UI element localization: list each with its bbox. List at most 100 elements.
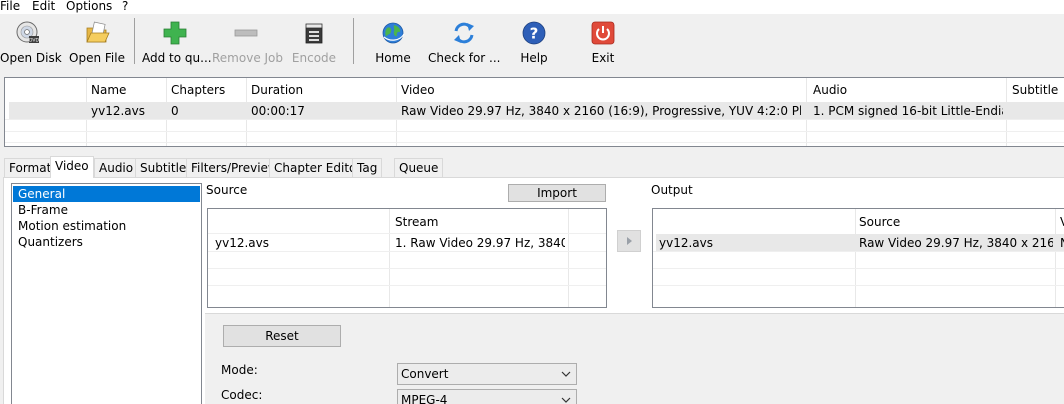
app-window: File Edit Options ? DVD Open Disk Open F… xyxy=(0,0,1064,404)
output-label: Output xyxy=(651,183,693,197)
codec-label: Codec: xyxy=(221,388,263,402)
tab-tag[interactable]: Tag xyxy=(352,158,383,178)
power-icon xyxy=(591,21,615,45)
source-label: Source xyxy=(206,183,248,197)
open-file-button[interactable]: Open File xyxy=(68,18,126,68)
row-divider xyxy=(5,142,1064,143)
tab-audio[interactable]: Audio xyxy=(94,158,139,178)
settings-category-list[interactable]: General B-Frame Motion estimation Quanti… xyxy=(11,183,202,404)
toolbar-separator xyxy=(353,18,354,64)
row-divider xyxy=(208,251,606,252)
exit-button[interactable]: Exit xyxy=(584,18,622,68)
tab-format[interactable]: Format xyxy=(4,158,57,178)
tab-video[interactable]: Video xyxy=(50,156,94,178)
category-general[interactable]: General xyxy=(13,186,200,202)
disc-icon: DVD xyxy=(16,21,39,44)
source-stream-grid[interactable]: Stream yv12.avs 1. Raw Video 29.97 Hz, 3… xyxy=(207,208,607,308)
output-stream-grid[interactable]: Source V yv12.avs Raw Video 29.97 Hz, 38… xyxy=(652,208,1064,308)
open-disk-button[interactable]: DVD Open Disk xyxy=(0,18,62,68)
home-button[interactable]: Home xyxy=(370,18,416,68)
refresh-icon xyxy=(454,22,474,44)
add-to-queue-label: Add to qu... xyxy=(142,51,212,65)
row-divider xyxy=(208,285,606,286)
mode-value: Convert xyxy=(401,367,449,381)
film-clapper-icon xyxy=(305,23,323,44)
cell-output-name: yv12.avs xyxy=(659,236,713,250)
exit-label: Exit xyxy=(591,51,615,65)
row-divider xyxy=(653,251,1064,252)
cell-source-name: yv12.avs xyxy=(215,236,269,250)
category-motion-estimation[interactable]: Motion estimation xyxy=(13,218,200,234)
tab-bar: Format Video Audio Subtitle Filters/Prev… xyxy=(0,156,1064,178)
row-divider xyxy=(653,285,1064,286)
column-header-audio[interactable]: Audio xyxy=(813,83,847,97)
menu-edit[interactable]: Edit xyxy=(32,0,55,13)
menu-bar: File Edit Options ? xyxy=(0,0,1064,14)
cell-output-truncated: N xyxy=(1060,236,1064,250)
column-divider xyxy=(1055,209,1056,307)
row-divider xyxy=(653,268,1064,269)
column-divider xyxy=(855,209,856,307)
column-header-stream[interactable]: Stream xyxy=(395,215,438,229)
cell-source-stream: 1. Raw Video 29.97 Hz, 3840 x ... xyxy=(395,236,565,250)
row-divider xyxy=(208,233,606,234)
chevron-down-icon xyxy=(561,397,571,403)
svg-text:?: ? xyxy=(530,25,539,43)
column-header-subtitle[interactable]: Subtitle xyxy=(1012,83,1058,97)
category-quantizers[interactable]: Quantizers xyxy=(13,234,200,250)
category-b-frame[interactable]: B-Frame xyxy=(13,202,200,218)
help-icon: ? xyxy=(522,21,546,45)
column-divider xyxy=(568,209,569,307)
menu-options[interactable]: Options xyxy=(66,0,112,13)
help-button[interactable]: ? Help xyxy=(514,18,554,68)
row-divider xyxy=(5,131,1064,132)
add-stream-button[interactable] xyxy=(617,230,641,252)
svg-text:DVD: DVD xyxy=(29,38,39,44)
chevron-down-icon xyxy=(561,371,571,377)
toolbar: DVD Open Disk Open File Add to qu... Rem… xyxy=(0,14,1064,70)
toolbar-separator xyxy=(134,18,135,64)
remove-job-label: Remove Job xyxy=(212,51,284,65)
column-divider xyxy=(389,209,390,307)
open-file-label: Open File xyxy=(69,51,125,65)
row-divider xyxy=(5,119,1064,120)
cell-duration: 00:00:17 xyxy=(251,104,305,118)
cell-output-source: Raw Video 29.97 Hz, 3840 x 2160 (1... xyxy=(859,236,1053,250)
check-for-updates-button[interactable]: Check for ... xyxy=(428,18,501,68)
codec-select[interactable]: MPEG-4 xyxy=(397,389,577,404)
column-header-duration[interactable]: Duration xyxy=(251,83,303,97)
import-button[interactable]: Import xyxy=(508,184,606,202)
column-header-video[interactable]: Video xyxy=(401,83,435,97)
column-header-truncated[interactable]: V xyxy=(1060,215,1064,229)
home-label: Home xyxy=(375,51,411,65)
mode-select[interactable]: Convert xyxy=(397,363,577,385)
cell-video: Raw Video 29.97 Hz, 3840 x 2160 (16:9), … xyxy=(401,104,801,118)
help-label: Help xyxy=(520,51,548,65)
arrow-right-icon xyxy=(627,237,632,245)
codec-settings-panel: Reset Mode: Convert Codec: MPEG-4 xyxy=(205,313,1064,404)
column-header-chapters[interactable]: Chapters xyxy=(171,83,225,97)
tab-subtitle[interactable]: Subtitle xyxy=(135,158,192,178)
add-to-queue-button[interactable]: Add to qu... xyxy=(142,18,212,68)
minus-icon xyxy=(234,29,258,37)
cell-name: yv12.avs xyxy=(91,104,145,118)
tab-queue[interactable]: Queue xyxy=(394,158,444,178)
menu-help[interactable]: ? xyxy=(122,0,128,13)
mode-label: Mode: xyxy=(221,363,258,377)
column-header-source[interactable]: Source xyxy=(859,215,900,229)
codec-value: MPEG-4 xyxy=(401,393,448,404)
globe-icon xyxy=(382,22,405,44)
reset-button[interactable]: Reset xyxy=(223,325,341,347)
cell-audio: 1. PCM signed 16-bit Little-Endian 14... xyxy=(813,104,1003,118)
plus-icon xyxy=(163,21,187,45)
menu-file[interactable]: File xyxy=(0,0,20,13)
remove-job-button[interactable]: Remove Job xyxy=(212,18,284,68)
open-disk-label: Open Disk xyxy=(0,51,62,65)
encode-button[interactable]: Encode xyxy=(288,18,340,68)
column-header-name[interactable]: Name xyxy=(91,83,126,97)
check-for-label: Check for ... xyxy=(428,51,501,65)
encode-label: Encode xyxy=(291,51,337,65)
cell-chapters: 0 xyxy=(171,104,179,118)
job-list[interactable]: Name Chapters Duration Video Audio Subti… xyxy=(4,77,1064,147)
row-divider xyxy=(208,268,606,269)
